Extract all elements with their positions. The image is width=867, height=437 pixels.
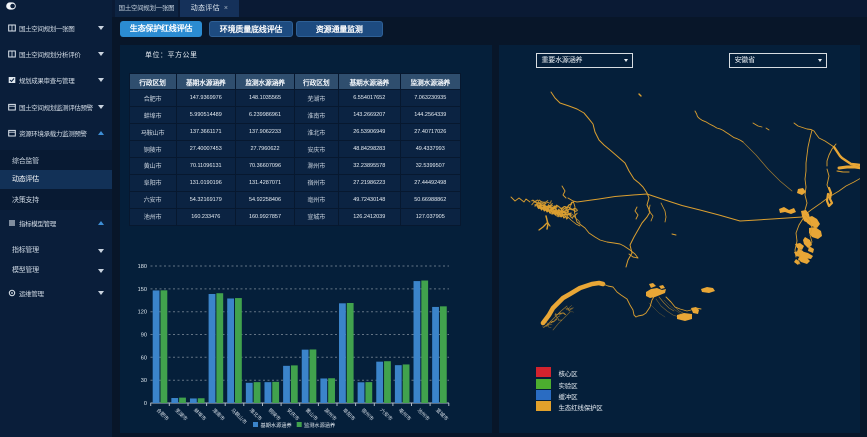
- svg-text:黄山市: 黄山市: [304, 407, 320, 423]
- svg-text:30: 30: [141, 378, 147, 384]
- svg-text:安庆市: 安庆市: [285, 407, 301, 423]
- svg-text:宣城市: 宣城市: [434, 407, 450, 423]
- svg-text:基期水源涵养: 基期水源涵养: [261, 421, 292, 429]
- svg-text:阜阳市: 阜阳市: [341, 407, 357, 423]
- svg-text:滁州市: 滁州市: [322, 407, 338, 423]
- svg-text:宿州市: 宿州市: [360, 407, 376, 423]
- svg-text:0: 0: [144, 401, 147, 407]
- svg-text:池州市: 池州市: [416, 407, 432, 423]
- svg-text:60: 60: [141, 355, 147, 361]
- svg-text:淮南市: 淮南市: [211, 407, 227, 423]
- svg-text:合肥市: 合肥市: [155, 407, 171, 423]
- svg-text:马鞍山市: 马鞍山市: [229, 407, 248, 426]
- svg-text:90: 90: [141, 333, 147, 339]
- svg-text:芜湖市: 芜湖市: [173, 407, 189, 423]
- svg-text:六安市: 六安市: [378, 407, 394, 423]
- svg-text:监测水源涵养: 监测水源涵养: [304, 421, 335, 429]
- svg-text:淮北市: 淮北市: [248, 407, 264, 423]
- svg-text:180: 180: [138, 264, 147, 270]
- svg-text:150: 150: [138, 287, 147, 293]
- svg-text:铜陵市: 铜陵市: [267, 407, 283, 423]
- svg-text:120: 120: [138, 310, 147, 316]
- svg-text:亳州市: 亳州市: [397, 407, 413, 423]
- svg-text:蚌埠市: 蚌埠市: [192, 407, 208, 423]
